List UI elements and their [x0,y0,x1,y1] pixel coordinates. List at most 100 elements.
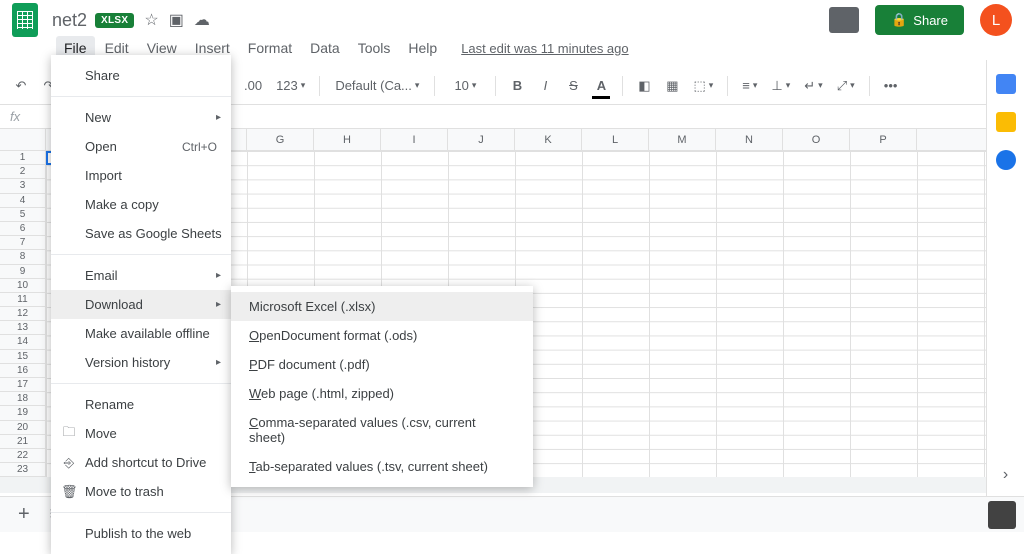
explore-button[interactable] [988,501,1016,529]
download-pdf[interactable]: PDF document (.pdf) [231,350,533,379]
download-html[interactable]: Web page (.html, zipped) [231,379,533,408]
col-header[interactable]: L [582,129,649,150]
row-headers[interactable]: 1 2 3 4 5 6 7 8 9 10 11 12 13 14 15 16 1… [0,151,46,492]
file-rename[interactable]: Rename [51,390,231,419]
side-panel: › [986,60,1024,496]
wrap-button[interactable]: ↵ [800,74,826,98]
file-share[interactable]: Share [51,61,231,90]
row-header[interactable]: 20 [0,421,45,435]
menu-data[interactable]: Data [302,36,348,60]
row-header[interactable]: 2 [0,165,45,179]
file-make-copy[interactable]: Make a copy [51,190,231,219]
lock-icon: 🔒 [891,12,907,28]
col-header[interactable]: P [850,129,917,150]
star-icon[interactable]: ☆ [144,10,158,30]
row-header[interactable]: 23 [0,463,45,477]
download-tsv[interactable]: Tab-separated values (.tsv, current shee… [231,452,533,481]
cloud-icon[interactable]: ☁ [194,10,210,30]
file-open[interactable]: OpenCtrl+O [51,132,231,161]
col-header[interactable]: H [314,129,381,150]
number-format-button[interactable]: 123 [272,74,309,97]
keep-icon[interactable] [996,112,1016,132]
last-edit-link[interactable]: Last edit was 11 minutes ago [461,41,628,56]
font-select[interactable]: Default (Ca... [330,73,424,98]
row-header[interactable]: 4 [0,194,45,208]
menu-format[interactable]: Format [240,36,300,60]
file-new[interactable]: New [51,103,231,132]
font-size-select[interactable]: 10 [445,74,485,97]
comments-button[interactable] [829,7,859,33]
row-header[interactable]: 21 [0,435,45,449]
increase-decimal-button[interactable]: .00 [240,74,266,97]
file-trash[interactable]: 🗑Move to trash [51,477,231,506]
download-ods[interactable]: OpenDocument format (.ods) [231,321,533,350]
hide-side-panel-button[interactable]: › [1003,466,1008,484]
menu-tools[interactable]: Tools [350,36,399,60]
col-header[interactable]: I [381,129,448,150]
file-version-history[interactable]: Version history [51,348,231,377]
col-header[interactable]: M [649,129,716,150]
file-make-offline[interactable]: Make available offline [51,319,231,348]
col-header[interactable]: G [247,129,314,150]
share-button[interactable]: 🔒 Share [875,5,964,35]
row-header[interactable]: 6 [0,222,45,236]
row-header[interactable]: 16 [0,364,45,378]
undo-button[interactable]: ↶ [10,74,32,98]
file-publish[interactable]: Publish to the web [51,519,231,548]
row-header[interactable]: 8 [0,250,45,264]
row-header[interactable]: 13 [0,321,45,335]
file-download[interactable]: Download [51,290,231,319]
file-menu-dropdown: Share New OpenCtrl+O Import Make a copy … [51,55,231,554]
col-header[interactable]: O [783,129,850,150]
row-header[interactable]: 10 [0,279,45,293]
download-csv[interactable]: Comma-separated values (.csv, current sh… [231,408,533,452]
menu-help[interactable]: Help [400,36,445,60]
row-header[interactable]: 12 [0,307,45,321]
row-header[interactable]: 5 [0,208,45,222]
row-header[interactable]: 14 [0,335,45,349]
rotate-button[interactable]: ⤢ [833,74,859,98]
shortcut-icon: ⎆ [61,455,77,471]
bold-button[interactable]: B [506,74,528,97]
row-header[interactable]: 17 [0,378,45,392]
col-header[interactable]: N [716,129,783,150]
trash-icon: 🗑 [61,484,77,500]
row-header[interactable]: 3 [0,179,45,193]
toolbar-more-button[interactable]: ••• [880,74,902,97]
share-label: Share [913,13,948,28]
merge-button[interactable]: ⬚ [689,74,717,98]
row-header[interactable]: 15 [0,350,45,364]
file-save-as-gsheets[interactable]: Save as Google Sheets [51,219,231,248]
col-header[interactable]: K [515,129,582,150]
move-icon[interactable]: ▣ [169,10,184,30]
file-email[interactable]: Email [51,261,231,290]
col-header[interactable]: J [448,129,515,150]
row-header[interactable]: 7 [0,236,45,250]
borders-button[interactable]: ▦ [661,74,683,98]
row-header[interactable]: 1 [0,151,45,165]
file-add-shortcut[interactable]: ⎆Add shortcut to Drive [51,448,231,477]
italic-button[interactable]: I [534,74,556,97]
add-sheet-button[interactable]: + [8,503,40,526]
select-all-corner[interactable] [0,129,46,151]
row-header[interactable]: 19 [0,406,45,420]
folder-icon: 🗀 [61,423,77,445]
h-align-button[interactable]: ≡ [738,74,761,97]
tasks-icon[interactable] [996,150,1016,170]
text-color-button[interactable]: A [590,74,612,97]
shortcut-label: Ctrl+O [182,140,217,154]
file-import[interactable]: Import [51,161,231,190]
v-align-button[interactable]: ⊥ [767,74,794,98]
download-xlsx[interactable]: Microsoft Excel (.xlsx) [231,292,533,321]
fill-color-button[interactable]: ◧ [633,74,655,98]
account-avatar[interactable]: L [980,4,1012,36]
row-header[interactable]: 11 [0,293,45,307]
strike-button[interactable]: S [562,74,584,97]
row-header[interactable]: 18 [0,392,45,406]
file-move[interactable]: 🗀Move [51,419,231,448]
sheets-logo[interactable] [12,3,38,37]
calendar-icon[interactable] [996,74,1016,94]
doc-title[interactable]: net2 [52,10,87,31]
row-header[interactable]: 22 [0,449,45,463]
row-header[interactable]: 9 [0,265,45,279]
